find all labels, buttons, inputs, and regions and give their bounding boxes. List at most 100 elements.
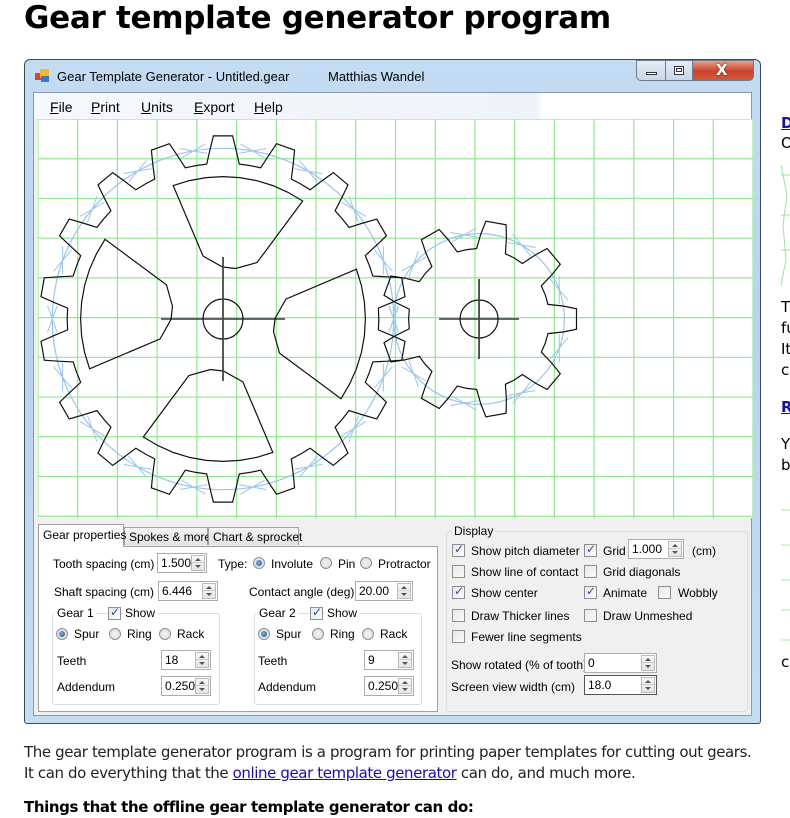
contact-angle-spinner[interactable] <box>397 583 411 599</box>
type-pin-radio[interactable] <box>320 557 332 569</box>
app-window: Gear Template Generator - Untitled.gear … <box>24 59 761 724</box>
show-line-of-contact-checkbox[interactable] <box>452 565 465 578</box>
screen-view-width-input[interactable]: 18.0 <box>584 675 657 695</box>
menu-file[interactable]: File <box>50 99 73 115</box>
gear2-contact-mark <box>451 395 477 411</box>
title-bar[interactable]: Gear Template Generator - Untitled.gear … <box>25 60 760 92</box>
type-involute-radio[interactable] <box>253 557 265 569</box>
fewer-line-segments-checkbox[interactable] <box>452 630 465 643</box>
gear1-ring-radio[interactable] <box>109 628 121 640</box>
grid-label[interactable]: Grid <box>603 544 626 558</box>
show-center-label[interactable]: Show center <box>471 586 538 600</box>
gear2-teeth-spinner[interactable] <box>398 652 412 668</box>
gear2-ring-label[interactable]: Ring <box>330 627 355 641</box>
type-protractor-label[interactable]: Protractor <box>378 557 431 571</box>
menu-help-accel: H <box>254 99 265 115</box>
gear2-teeth-input[interactable]: 9 <box>364 650 414 670</box>
grid-diagonals-checkbox[interactable] <box>584 565 597 578</box>
grid-checkbox[interactable] <box>584 542 597 557</box>
gear2-show-checkbox[interactable] <box>310 605 323 620</box>
animate-label[interactable]: Animate <box>603 586 647 600</box>
display-title: Display <box>452 524 496 538</box>
draw-thicker-lines-checkbox[interactable] <box>452 609 465 622</box>
gear1-rack-radio[interactable] <box>159 628 171 640</box>
tooth-spacing-label: Tooth spacing (cm) <box>53 557 155 571</box>
app-icon[interactable] <box>35 69 50 83</box>
shaft-spacing-input[interactable]: 6.446 <box>158 581 218 601</box>
online-generator-link[interactable]: online gear template generator <box>233 764 457 782</box>
shaft-spacing-spinner[interactable] <box>202 583 216 599</box>
gear2-spur-radio[interactable] <box>258 628 270 640</box>
wobbly-checkbox[interactable] <box>658 586 671 599</box>
contact-angle-label: Contact angle (deg) <box>249 585 355 599</box>
animate-checkbox[interactable] <box>584 584 597 599</box>
show-pitch-diameter-checkbox[interactable] <box>452 542 465 557</box>
screen-view-width-value: 18.0 <box>588 678 612 692</box>
gear2-show-label[interactable]: Show <box>325 606 360 620</box>
show-rotated-input[interactable]: 0 <box>584 653 657 673</box>
gear2-ring-radio[interactable] <box>312 628 324 640</box>
minimize-icon <box>646 72 657 75</box>
gear1-spur-label[interactable]: Spur <box>74 627 99 641</box>
gear1-ring-label[interactable]: Ring <box>127 627 152 641</box>
tab-spokes-more[interactable]: Spokes & more <box>124 527 211 545</box>
shaft-spacing-value: 6.446 <box>162 584 193 598</box>
gear2-teeth-value: 9 <box>368 653 375 667</box>
gear1-contact-mark <box>294 463 323 470</box>
tab-gear-properties[interactable]: Gear properties <box>38 524 126 547</box>
type-protractor-radio[interactable] <box>360 557 372 569</box>
grid-spacing-input[interactable]: 1.000 <box>628 539 684 559</box>
close-button[interactable]: X <box>692 60 754 81</box>
menu-export-label: xport <box>203 99 235 115</box>
gear-canvas[interactable] <box>38 119 753 518</box>
gear-drawing[interactable] <box>38 119 753 518</box>
gear2-addendum-spinner[interactable] <box>398 678 412 694</box>
draw-unmeshed-checkbox[interactable] <box>584 609 597 622</box>
gear1-addendum-input[interactable]: 0.250 <box>161 676 211 696</box>
gear2-rack-radio[interactable] <box>362 628 374 640</box>
menu-export[interactable]: Export <box>194 99 234 115</box>
show-center-checkbox[interactable] <box>452 584 465 599</box>
tooth-spacing-input[interactable]: 1.500 <box>157 553 207 573</box>
menu-bar: File Print Units Export Help <box>34 93 751 119</box>
gear1-spur-radio[interactable] <box>56 628 68 640</box>
grid-diagonals-label[interactable]: Grid diagonals <box>603 565 680 579</box>
draw-unmeshed-label[interactable]: Draw Unmeshed <box>603 609 692 623</box>
fewer-line-segments-label[interactable]: Fewer line segments <box>471 630 582 644</box>
gear1-show-checkbox[interactable] <box>108 605 121 620</box>
minimize-button[interactable] <box>636 60 665 81</box>
contact-angle-input[interactable]: 20.00 <box>355 581 413 601</box>
menu-units[interactable]: Units <box>141 99 173 115</box>
grid <box>38 119 753 518</box>
gear1-show-label[interactable]: Show <box>123 606 158 620</box>
menu-print-accel: P <box>91 99 101 115</box>
gear1-contact-mark <box>348 195 360 223</box>
show-rotated-spinner[interactable] <box>641 655 655 671</box>
gear1-rack-label[interactable]: Rack <box>177 627 204 641</box>
draw-thicker-lines-label[interactable]: Draw Thicker lines <box>471 609 569 623</box>
menu-help[interactable]: Help <box>254 99 283 115</box>
gear2-spur-label[interactable]: Spur <box>276 627 301 641</box>
intro-text: can do, and much more. <box>456 764 636 782</box>
type-involute-label[interactable]: Involute <box>271 557 313 571</box>
grid-spacing-spinner[interactable] <box>668 541 682 557</box>
show-line-of-contact-label[interactable]: Show line of contact <box>471 565 578 579</box>
gear1-addendum-spinner[interactable] <box>195 678 209 694</box>
gear2-addendum-input[interactable]: 0.250 <box>364 676 414 696</box>
show-rotated-value: 0 <box>588 656 595 670</box>
contact-angle-value: 20.00 <box>359 584 390 598</box>
things-heading: Things that the offline gear template ge… <box>24 798 474 816</box>
tab-chain-sprocket[interactable]: Chart & sprocket <box>208 527 302 545</box>
wobbly-label[interactable]: Wobbly <box>678 586 718 600</box>
type-pin-label[interactable]: Pin <box>338 557 355 571</box>
gear2-rack-label[interactable]: Rack <box>380 627 407 641</box>
gear1-teeth-input[interactable]: 18 <box>161 650 211 670</box>
tooth-spacing-spinner[interactable] <box>191 555 205 571</box>
maximize-button[interactable] <box>665 60 692 81</box>
screen-view-width-spinner[interactable] <box>641 677 655 693</box>
gear1-teeth-spinner[interactable] <box>195 652 209 668</box>
show-pitch-diameter-label[interactable]: Show pitch diameter <box>471 544 580 558</box>
menu-export-accel: E <box>194 99 204 115</box>
gear1-teeth-label: Teeth <box>57 654 87 668</box>
menu-print[interactable]: Print <box>91 99 120 115</box>
